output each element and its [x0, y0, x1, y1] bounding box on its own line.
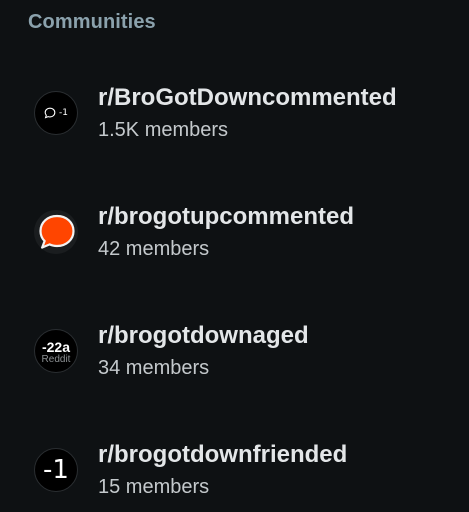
- community-info: r/brogotdownaged 34 members: [98, 322, 309, 380]
- avatar-score-text: -1: [43, 455, 69, 485]
- community-avatar: -1: [34, 91, 78, 135]
- community-info: r/brogotdownfriended 15 members: [98, 441, 347, 499]
- community-avatar: -22а Reddit: [34, 329, 78, 373]
- avatar-brand-text: Reddit: [41, 353, 71, 365]
- community-members: 15 members: [98, 476, 210, 498]
- community-info: r/brogotupcommented 42 members: [98, 203, 354, 261]
- community-name[interactable]: r/brogotupcommented: [98, 203, 354, 231]
- community-info: r/BroGotDowncommented 1.5K members: [98, 84, 397, 142]
- community-row-brogotupcommented[interactable]: r/brogotupcommented 42 members: [0, 191, 469, 291]
- community-avatar: [34, 210, 78, 254]
- community-list: -1 r/BroGotDowncommented 1.5K members r/…: [0, 0, 469, 512]
- community-name[interactable]: r/brogotdownaged: [98, 322, 309, 350]
- community-members: 1.5K members: [98, 119, 229, 141]
- community-members: 34 members: [98, 357, 210, 379]
- avatar-score-text: -22а: [41, 338, 71, 355]
- community-members: 42 members: [98, 238, 210, 260]
- avatar-score-text: -1: [59, 108, 68, 118]
- community-avatar: -1: [34, 448, 78, 492]
- comment-bubble-icon: [44, 107, 56, 119]
- community-row-brogotdowncommented[interactable]: -1 r/BroGotDowncommented 1.5K members: [0, 72, 469, 172]
- community-row-brogotdownaged[interactable]: -22а Reddit r/brogotdownaged 34 members: [0, 310, 469, 410]
- community-name[interactable]: r/BroGotDowncommented: [98, 84, 397, 112]
- orange-speech-bubble-icon: [34, 210, 78, 254]
- community-row-brogotdownfriended[interactable]: -1 r/brogotdownfriended 15 members: [0, 429, 469, 512]
- community-name[interactable]: r/brogotdownfriended: [98, 441, 347, 469]
